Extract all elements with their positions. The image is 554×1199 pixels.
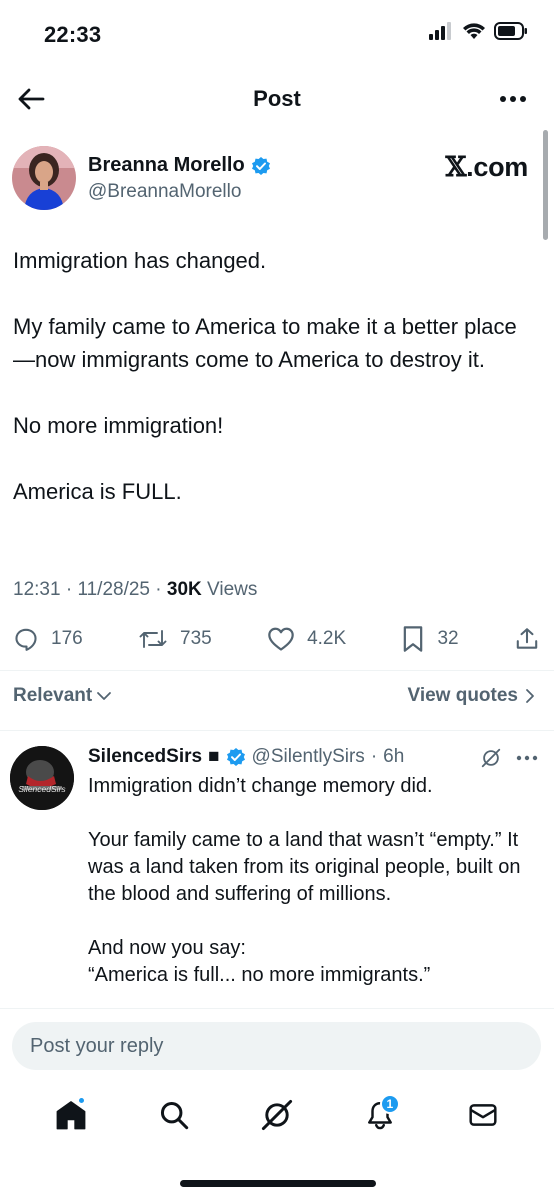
reply-paragraph: Immigration didn’t change memory did. (88, 775, 433, 797)
reply-text: Immigration didn’t change memory did. Yo… (88, 773, 534, 989)
like-count: 4.2K (307, 628, 347, 649)
post-text: Immigration has changed. My family came … (13, 244, 534, 508)
bookmark-count: 32 (437, 628, 459, 649)
x-com-suffix: .com (466, 152, 528, 182)
nav-messages[interactable] (461, 1093, 505, 1137)
reply-avatar-text: SilencedSirs (18, 784, 66, 794)
reply-author-handle[interactable]: @SilentlySirs (252, 746, 365, 768)
more-horizontal-icon (500, 96, 526, 102)
signal-icon (429, 22, 451, 40)
battery-icon (494, 22, 527, 40)
repost-count: 735 (180, 628, 212, 649)
repost-icon (139, 630, 167, 648)
x-com-watermark: 𝕏.com (445, 152, 529, 183)
search-icon (161, 1101, 189, 1130)
divider (0, 1008, 554, 1009)
divider (0, 730, 554, 731)
relevant-label: Relevant (13, 685, 93, 706)
post-actions: 176 735 4.2K 32 (13, 622, 540, 656)
x-logo-letter: 𝕏 (445, 152, 467, 183)
page-title: Post (253, 86, 301, 111)
reply-header: SilencedSirs ■ @SilentlySirs · 6h (88, 746, 405, 768)
post-paragraph: My family came to America to make it a b… (13, 314, 517, 372)
status-time: 22:33 (44, 22, 102, 47)
grok-icon[interactable] (480, 747, 502, 769)
mail-icon (469, 1104, 497, 1126)
post-paragraph: Immigration has changed. (13, 248, 267, 273)
share-button[interactable] (514, 626, 540, 652)
chevron-right-icon (526, 689, 534, 703)
author-name[interactable]: Breanna Morello (88, 154, 271, 177)
view-quotes-label: View quotes (407, 685, 518, 706)
post-meta: 12:31 · 11/28/25 · 30K Views (13, 579, 258, 600)
post-time: 12:31 (13, 579, 61, 600)
bottom-nav: 1 (0, 1093, 554, 1137)
reply-count: 176 (51, 628, 83, 649)
relevant-dropdown[interactable]: Relevant (13, 685, 112, 707)
repost-button[interactable]: 735 (138, 626, 212, 652)
verified-badge-icon (251, 156, 270, 175)
comment-icon (15, 628, 37, 651)
grok-icon (261, 1099, 293, 1131)
reply-avatar[interactable]: SilencedSirs (10, 746, 74, 810)
nav-home[interactable] (49, 1093, 93, 1137)
reply-paragraph: Your family came to a land that wasn’t “… (88, 829, 521, 905)
divider (0, 670, 554, 671)
reply-quote-line: “America is full... no more immigrants.” (88, 964, 431, 986)
reply-button[interactable]: 176 (13, 626, 83, 652)
heart-icon (268, 627, 294, 651)
author-name-text: Breanna Morello (88, 154, 245, 176)
notifications-badge: 1 (379, 1094, 400, 1114)
more-horizontal-icon[interactable] (516, 755, 538, 761)
nav-search[interactable] (152, 1093, 196, 1137)
reply-paragraph: And now you say: (88, 937, 246, 959)
post-paragraph: America is FULL. (13, 479, 182, 504)
reply-time: 6h (383, 746, 405, 767)
author-avatar[interactable] (12, 146, 76, 210)
views-label: Views (207, 579, 258, 600)
reply-composer-placeholder: Post your reply (30, 1034, 164, 1057)
nav-grok[interactable] (255, 1093, 299, 1137)
nav-notifications[interactable]: 1 (358, 1093, 402, 1137)
bookmark-button[interactable]: 32 (401, 625, 459, 653)
reply-author-name[interactable]: SilencedSirs (88, 746, 202, 768)
post-date: 11/28/25 (77, 579, 150, 600)
reply-author-suffix: ■ (208, 746, 220, 767)
views-count: 30K (166, 579, 202, 600)
view-quotes-link[interactable]: View quotes (407, 685, 536, 707)
post-paragraph: No more immigration! (13, 413, 224, 438)
verified-badge-icon (226, 748, 245, 766)
chevron-down-icon (97, 692, 112, 700)
scrollbar[interactable] (543, 130, 548, 240)
reply-composer[interactable]: Post your reply (12, 1022, 541, 1070)
bookmark-icon (404, 626, 423, 652)
share-icon (516, 628, 538, 649)
like-button[interactable]: 4.2K (267, 626, 346, 652)
more-options-button[interactable] (496, 86, 530, 112)
reply-icons (480, 747, 538, 769)
author-handle[interactable]: @BreannaMorello (88, 181, 241, 203)
home-indicator[interactable] (180, 1180, 376, 1187)
wifi-icon (463, 23, 485, 39)
status-icons (428, 22, 528, 40)
